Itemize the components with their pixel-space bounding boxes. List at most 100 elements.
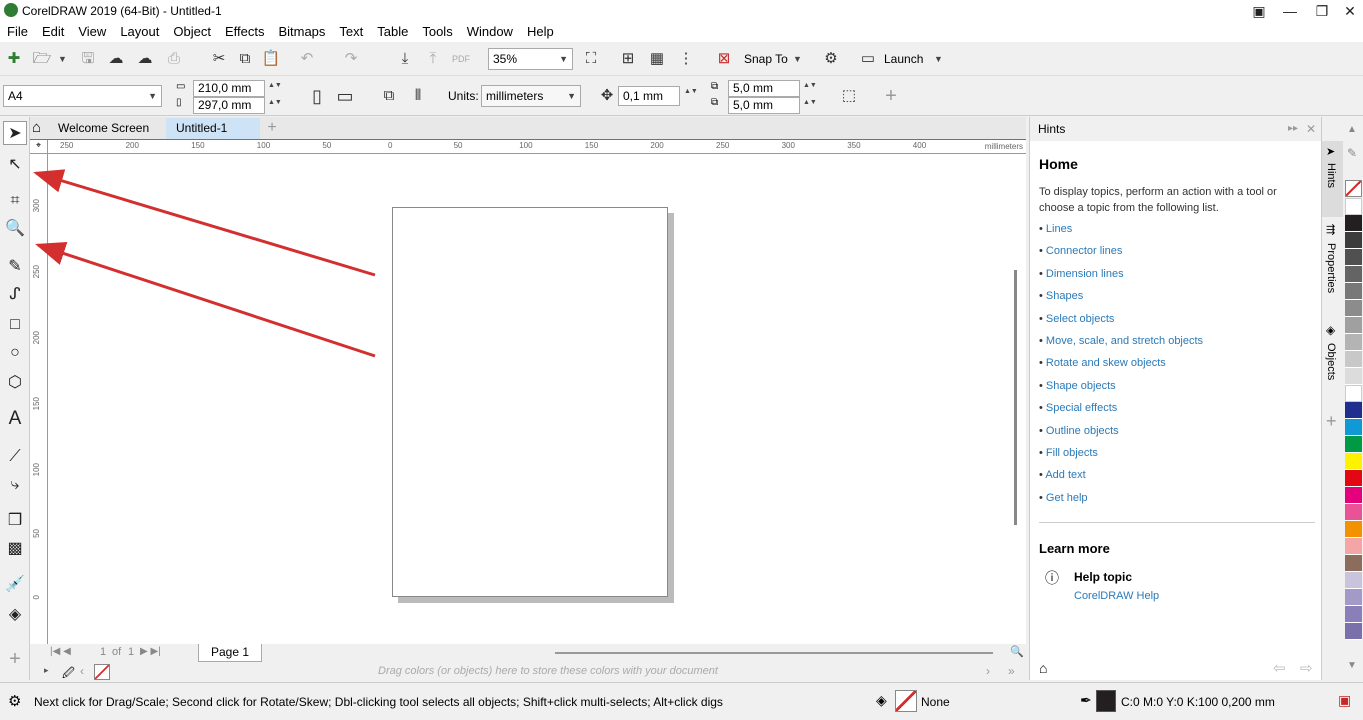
hint-link-item[interactable]: • Outline objects [1039,425,1119,437]
menu-help[interactable]: Help [520,22,561,42]
tab-hints[interactable]: ➤ Hints [1322,141,1343,217]
menu-layout[interactable]: Layout [113,22,166,42]
menu-window[interactable]: Window [460,22,520,42]
palette-scroll-up-icon[interactable]: ▲ [1347,124,1357,135]
crop-tool-icon[interactable]: ⌗ [3,189,27,213]
current-page-icon[interactable]: ⫴ [407,85,429,107]
hint-link-label[interactable]: Dimension lines [1046,268,1124,280]
hints-home-icon[interactable]: ⌂ [1039,660,1047,676]
color-swatch[interactable] [1345,215,1362,232]
launch-button[interactable]: Launch [884,52,923,66]
hint-link-label[interactable]: Outline objects [1046,425,1119,437]
rectangle-tool-icon[interactable]: □ [3,313,27,337]
full-screen-icon[interactable]: ⛶ [580,48,602,70]
text-tool-icon[interactable]: A [3,407,27,431]
color-swatch[interactable] [1345,334,1362,351]
color-swatch[interactable] [1345,317,1362,334]
pick-tool-icon[interactable]: ➤ [3,121,27,145]
zoom-navigator-icon[interactable]: 🔍 [1010,645,1024,658]
save-icon[interactable]: 🖫 [77,48,99,70]
color-swatch[interactable] [1345,368,1362,385]
color-swatch[interactable] [1345,266,1362,283]
zoom-level-dropdown[interactable]: 35% ▼ [488,48,573,70]
shape-tool-icon[interactable]: ↖ [3,153,27,177]
hint-link-item[interactable]: • Dimension lines [1039,268,1124,280]
color-swatch[interactable] [1345,555,1362,572]
page-width-field[interactable]: 210,0 mm [193,80,265,97]
tab-welcome-screen[interactable]: Welcome Screen [48,118,159,139]
color-swatch[interactable] [1345,623,1362,640]
color-swatch[interactable] [1345,300,1362,317]
tab-properties[interactable]: ⇶ Properties [1322,221,1343,317]
ruler-origin-icon[interactable]: ⌖ [30,140,48,154]
units-dropdown[interactable]: millimeters ▼ [481,85,581,107]
open-dropdown-icon[interactable]: ▼ [58,54,67,64]
hint-link-label[interactable]: Rotate and skew objects [1046,357,1166,369]
last-page-icon[interactable]: ▶ ▶| [140,646,161,657]
color-swatch[interactable] [1345,283,1362,300]
menu-tools[interactable]: Tools [415,22,459,42]
restore-button[interactable]: ❐ [1307,0,1337,22]
cut-icon[interactable]: ✂ [208,48,230,70]
add-property-icon[interactable]: + [880,85,902,107]
import-icon[interactable]: ⤓ [394,48,416,70]
hint-link-label[interactable]: Move, scale, and stretch objects [1046,335,1203,347]
landscape-icon[interactable]: ▭ [334,85,356,107]
palette-left-icon[interactable]: ‹ [80,664,84,678]
grid-icon[interactable]: ▦ [646,48,668,70]
hint-link-item[interactable]: • Get help [1039,492,1088,504]
fill-swatch[interactable] [895,690,917,712]
color-swatch[interactable] [1345,249,1362,266]
pdf-icon[interactable]: PDF [450,48,472,70]
nudge-spinner-icon[interactable]: ▲▼ [684,88,698,95]
page-1-tab[interactable]: Page 1 [198,644,263,662]
menu-file[interactable]: File [0,22,35,42]
hint-link-label[interactable]: Get help [1046,492,1088,504]
menu-object[interactable]: Object [166,22,218,42]
hint-link-label[interactable]: Shapes [1046,290,1083,302]
polygon-tool-icon[interactable]: ⬡ [3,371,27,395]
duplicate-x-field[interactable]: 5,0 mm [728,80,800,97]
freehand-tool-icon[interactable]: ✎ [3,255,27,279]
hint-link-item[interactable]: • Fill objects [1039,447,1098,459]
copy-icon[interactable]: ⧉ [234,48,256,70]
color-swatch[interactable] [1345,589,1362,606]
snap-off-icon[interactable]: ⊠ [713,48,735,70]
cloud-upload-icon[interactable]: ☁ [105,48,127,70]
horizontal-scrollbar[interactable] [555,652,993,654]
close-docker-icon[interactable]: ✕ [1306,117,1316,141]
palette-scroll-icon[interactable]: » [1008,664,1015,678]
snap-dropdown-icon[interactable]: ▼ [793,54,802,64]
hint-link-item[interactable]: • Shapes [1039,290,1083,302]
parallel-dimension-tool-icon[interactable]: ⟋ [3,445,27,469]
dup-x-spinner-icon[interactable]: ▲▼ [803,82,817,89]
hint-link-label[interactable]: Special effects [1046,402,1117,414]
vertical-scrollbar[interactable] [1014,270,1017,525]
undo-icon[interactable]: ↶ [296,48,318,70]
menu-effects[interactable]: Effects [218,22,272,42]
hint-link-item[interactable]: • Shape objects [1039,380,1116,392]
hint-link-item[interactable]: • Move, scale, and stretch objects [1039,335,1203,347]
no-color-swatch[interactable] [94,664,110,680]
portrait-icon[interactable]: ▯ [306,85,328,107]
color-swatch[interactable] [1345,504,1362,521]
eyedropper-tool-icon[interactable]: 💉 [3,573,27,597]
cloud-icon[interactable]: ☁ [134,48,156,70]
height-spinner-icon[interactable]: ▲▼ [268,99,282,106]
add-tab-icon[interactable]: + [262,117,282,139]
color-swatch[interactable] [1345,453,1362,470]
fill-bucket-icon[interactable]: ◈ [876,692,887,709]
account-icon[interactable]: ▣ [1244,0,1274,22]
open-folder-icon[interactable]: 🗁 [31,48,53,70]
color-swatch[interactable] [1345,385,1362,402]
color-swatch[interactable] [1345,402,1362,419]
hint-link-label[interactable]: Select objects [1046,313,1114,325]
treat-as-filled-icon[interactable]: ⬚ [838,85,860,107]
width-spinner-icon[interactable]: ▲▼ [268,82,282,89]
hints-back-icon[interactable]: ⇦ [1273,659,1286,677]
color-swatch[interactable] [1345,606,1362,623]
document-page[interactable] [392,207,668,597]
tab-objects[interactable]: ◈ Objects [1322,321,1343,401]
color-swatch[interactable] [1345,232,1362,249]
connector-tool-icon[interactable]: ⤷ [3,473,27,497]
